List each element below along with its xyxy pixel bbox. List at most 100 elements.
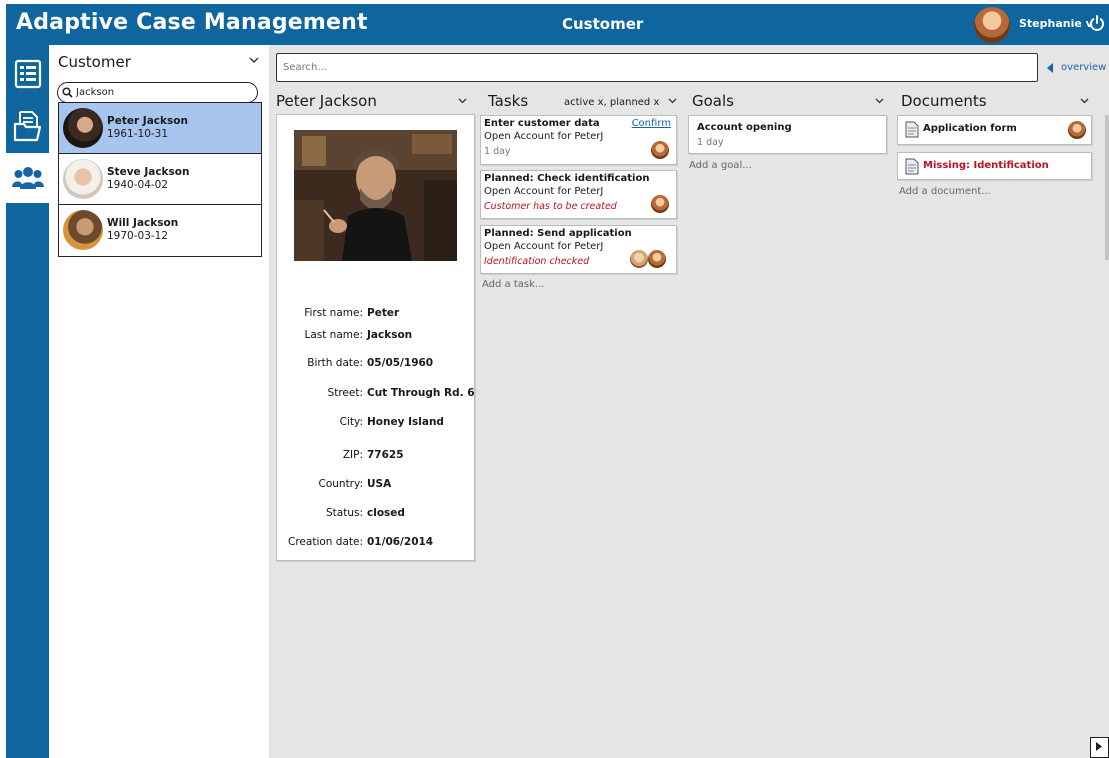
field-value: 05/05/1960 [367, 357, 434, 369]
overview-link[interactable]: overview [1047, 62, 1106, 73]
customer-panel: Customer Peter Jackson 1961-10-31 Steve … [49, 45, 269, 758]
customer-photo [294, 130, 457, 261]
field-label: Street: [327, 387, 363, 399]
customer-birthdate: 1970-03-12 [107, 230, 169, 242]
field-label: Birth date: [307, 357, 363, 369]
search-icon [62, 87, 73, 98]
assignee-avatar [648, 250, 666, 268]
field-label: First name: [304, 307, 363, 319]
field-label: Last name: [304, 329, 363, 341]
confirm-button[interactable]: Confirm [632, 118, 671, 129]
add-document-link[interactable]: Add a document... [899, 186, 991, 197]
document-card-missing[interactable]: Missing: Identification [897, 152, 1092, 180]
task-title: Planned: Send application [484, 228, 632, 239]
rail-item-customers[interactable] [6, 153, 49, 203]
rail-item-documents[interactable] [6, 101, 49, 151]
task-card[interactable]: Planned: Check identification Open Accou… [480, 170, 677, 219]
task-precondition: Identification checked [484, 256, 590, 267]
goal-card[interactable]: Account opening 1 day [688, 115, 887, 154]
chevron-down-icon[interactable] [668, 98, 677, 104]
document-icon [905, 121, 919, 138]
customer-birthdate: 1961-10-31 [107, 128, 169, 140]
chevron-down-icon[interactable] [458, 98, 467, 104]
main-content: overview Peter Jackson Tasks active x, p… [269, 45, 1109, 758]
customer-avatar [63, 108, 103, 148]
customer-search [57, 82, 258, 103]
caret-left-icon [1047, 62, 1053, 73]
field-value: Honey Island [367, 416, 444, 428]
customer-avatar [63, 159, 103, 199]
assignee-avatar [630, 250, 648, 268]
task-subtitle: Open Account for PeterJ [484, 241, 604, 252]
customer-list-item[interactable]: Will Jackson 1970-03-12 [59, 205, 261, 256]
customer-detail-card: First name: Peter Last name: Jackson Bir… [276, 114, 475, 561]
page-title: Customer [562, 15, 644, 33]
documents-header: Documents [901, 92, 987, 110]
task-precondition: Customer has to be created [484, 201, 617, 212]
scrollbar[interactable] [1105, 115, 1109, 260]
field-value: USA [367, 478, 392, 490]
field-label: Status: [326, 507, 363, 519]
task-subtitle: Open Account for PeterJ [484, 186, 604, 197]
customer-name: Peter Jackson [107, 115, 188, 127]
overview-label: overview [1061, 62, 1107, 73]
expand-button[interactable] [1090, 737, 1109, 758]
customer-name: Will Jackson [107, 217, 179, 229]
list-icon [14, 59, 41, 89]
chevron-down-icon[interactable] [1080, 98, 1089, 104]
goal-title: Account opening [697, 122, 792, 133]
document-card[interactable]: Application form [897, 115, 1092, 145]
app-title: Adaptive Case Management [16, 10, 368, 35]
field-label: Creation date: [288, 536, 363, 548]
customer-name: Steve Jackson [107, 166, 190, 178]
document-folder-icon [13, 111, 41, 142]
task-duration: 1 day [484, 146, 511, 157]
goals-header: Goals [692, 92, 734, 110]
document-title: Application form [923, 123, 1017, 134]
task-title: Enter customer data [484, 118, 600, 129]
customer-panel-title: Customer [58, 53, 131, 71]
customer-birthdate: 1940-04-02 [107, 179, 169, 191]
document-title: Missing: Identification [923, 160, 1049, 171]
assignee-avatar [651, 141, 669, 159]
goal-duration: 1 day [697, 137, 724, 148]
field-value: Cut Through Rd. 6 [367, 387, 475, 399]
add-task-link[interactable]: Add a task... [482, 279, 544, 290]
app-header: Adaptive Case Management Customer Stepha… [6, 4, 1109, 45]
play-icon [1096, 742, 1102, 751]
user-avatar[interactable] [974, 7, 1010, 43]
rail-item-list[interactable] [6, 49, 49, 99]
people-icon [11, 167, 44, 189]
field-value: Jackson [367, 329, 413, 341]
detail-header: Peter Jackson [276, 92, 377, 110]
field-value: Peter [367, 307, 400, 319]
field-label: Country: [318, 478, 364, 490]
user-menu[interactable]: Stephanie v [1019, 17, 1093, 30]
tasks-header: Tasks [488, 92, 529, 110]
owner-avatar [1068, 121, 1086, 139]
chevron-down-icon[interactable] [875, 98, 884, 104]
field-value: closed [367, 507, 405, 519]
task-card[interactable]: Planned: Send application Open Account f… [480, 225, 677, 274]
task-title: Planned: Check identification [484, 173, 650, 184]
customer-search-input[interactable] [76, 84, 252, 101]
global-search-input[interactable] [277, 54, 1037, 81]
field-value: 77625 [367, 449, 404, 461]
customer-list: Peter Jackson 1961-10-31 Steve Jackson 1… [58, 102, 262, 257]
field-value: 01/06/2014 [367, 536, 434, 548]
power-icon[interactable] [1089, 14, 1105, 32]
customer-list-item[interactable]: Steve Jackson 1940-04-02 [59, 154, 261, 205]
field-label: City: [339, 416, 363, 428]
chevron-down-icon[interactable] [249, 57, 259, 64]
assignee-avatar [651, 195, 669, 213]
document-icon [905, 158, 919, 175]
task-card[interactable]: Enter customer data Confirm Open Account… [480, 115, 677, 165]
field-label: ZIP: [342, 449, 363, 461]
nav-rail [6, 45, 49, 758]
global-search [276, 53, 1038, 82]
add-goal-link[interactable]: Add a goal... [689, 160, 752, 171]
customer-list-item[interactable]: Peter Jackson 1961-10-31 [59, 103, 261, 154]
task-subtitle: Open Account for PeterJ [484, 131, 604, 142]
customer-avatar [63, 210, 103, 250]
tasks-filter[interactable]: active x, planned x [564, 97, 659, 108]
